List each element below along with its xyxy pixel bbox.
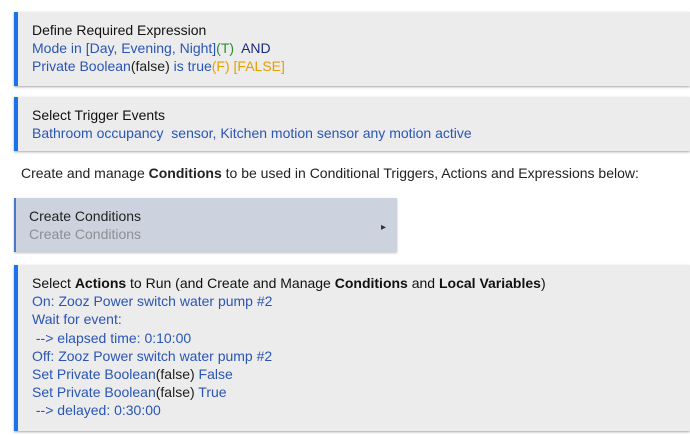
actions-panel[interactable]: Select Actions to Run (and Create and Ma… [14,265,690,431]
expression-panel[interactable]: Define Required Expression Mode in [Day,… [14,12,690,86]
boolean-condition-text: is true [169,58,212,75]
create-conditions-label: Create Conditions [29,208,142,224]
actions-title-part: to Run (and Create and Manage [126,275,335,291]
expression-line-boolean: Private Boolean(false) is true(F) [FALSE… [32,57,676,75]
action-boolean-value: (false) [155,366,195,383]
actions-title-bold: Actions [74,275,127,291]
actions-title-part: and [407,275,439,291]
action-boolean-result: False [194,366,233,383]
action-line: --> delayed: 0:30:00 [32,402,161,419]
actions-title-bold: Local Variables [438,275,541,291]
action-boolean-label: Set Private Boolean [32,384,156,401]
boolean-label-text: Private Boolean [32,58,131,75]
arrow-right-icon: ▸ [380,222,386,233]
create-conditions-sublabel: Create Conditions [29,226,142,243]
expression-final-result-text: [FALSE] [233,58,285,75]
mode-condition-text: Mode in [Day, Evening, Night] [32,40,217,57]
expression-line-mode: Mode in [Day, Evening, Night](T) AND [32,39,676,57]
create-conditions-button[interactable]: Create Conditions Create Conditions ▸ [14,198,397,252]
info-suffix: to be used in Conditional Triggers, Acti… [221,165,639,181]
action-boolean-result: True [194,384,227,401]
mode-result-text: (T) [216,40,235,57]
triggers-title: Select Trigger Events [32,107,166,123]
action-line: Set Private Boolean(false) True [32,383,676,401]
action-boolean-label: Set Private Boolean [32,366,156,383]
boolean-result-text: (F) [211,58,230,75]
expression-title: Define Required Expression [32,22,207,38]
actions-title-part: ) [540,275,546,291]
actions-title: Select Actions to Run (and Create and Ma… [32,274,676,292]
action-line: On: Zooz Power switch water pump #2 [32,293,273,310]
action-line: Set Private Boolean(false) False [32,365,676,383]
action-line: Wait for event: [32,311,122,328]
action-boolean-value: (false) [155,384,195,401]
and-operator-text: AND [241,40,271,57]
action-line: Off: Zooz Power switch water pump #2 [32,347,273,364]
conditions-info-text: Create and manage Conditions to be used … [21,165,639,181]
info-prefix: Create and manage [21,165,149,181]
triggers-value: Bathroom occupancy sensor, Kitchen motio… [32,125,472,142]
actions-title-bold: Conditions [334,275,408,291]
info-bold: Conditions [148,165,222,181]
triggers-panel[interactable]: Select Trigger Events Bathroom occupancy… [14,97,690,151]
actions-title-part: Select [32,275,75,291]
action-line: --> elapsed time: 0:10:00 [32,329,192,346]
boolean-value-text: (false) [130,58,170,75]
